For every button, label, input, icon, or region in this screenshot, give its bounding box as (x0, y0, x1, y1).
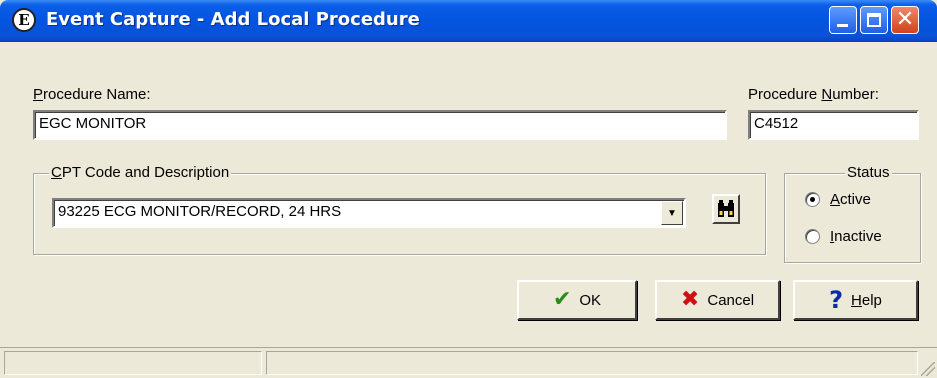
help-button[interactable]: ? Help (793, 280, 918, 320)
status-active-radio[interactable]: Active (805, 191, 871, 208)
maximize-icon (867, 13, 881, 27)
chevron-down-icon: ▼ (667, 207, 677, 219)
minimize-icon (837, 24, 848, 27)
cpt-code-selected-value: 93225 ECG MONITOR/RECORD, 24 HRS (58, 203, 342, 220)
status-inactive-label: Inactive (830, 228, 882, 245)
ok-button[interactable]: ✔ OK (517, 280, 637, 320)
status-inactive-radio[interactable]: Inactive (805, 228, 882, 245)
close-button[interactable]: ✕ (891, 6, 919, 34)
cpt-lookup-button[interactable] (712, 194, 740, 224)
question-icon: ? (829, 286, 844, 314)
status-panel-right (266, 351, 918, 375)
cpt-code-legend: CPT Code and Description (49, 164, 232, 181)
maximize-button[interactable] (860, 6, 888, 34)
binoculars-icon (718, 200, 734, 217)
radio-selected-icon (805, 192, 820, 207)
checkmark-icon: ✔ (552, 287, 572, 312)
title-bar[interactable]: E Event Capture - Add Local Procedure ✕ (0, 0, 937, 42)
cancel-button-label: Cancel (707, 291, 755, 309)
status-panel-left (4, 351, 262, 375)
cpt-dropdown-button[interactable]: ▼ (661, 201, 683, 225)
cpt-code-combobox[interactable]: 93225 ECG MONITOR/RECORD, 24 HRS ▼ (52, 198, 686, 228)
close-icon: ✕ (895, 7, 915, 32)
resize-grip-icon[interactable] (921, 362, 935, 376)
ok-button-label: OK (579, 291, 602, 309)
status-bar (0, 347, 937, 378)
status-active-label: Active (830, 191, 871, 208)
procedure-name-input[interactable]: EGC MONITOR (33, 110, 727, 140)
cancel-button[interactable]: ✖ Cancel (655, 280, 780, 320)
x-icon: ✖ (680, 287, 700, 312)
status-legend: Status (845, 164, 892, 181)
window-title: Event Capture - Add Local Procedure (46, 9, 420, 30)
procedure-number-input[interactable]: C4512 (748, 110, 919, 140)
app-icon-letter: E (18, 11, 30, 29)
status-group (784, 173, 921, 263)
minimize-button[interactable] (829, 6, 857, 34)
radio-unselected-icon (805, 229, 820, 244)
event-capture-app-icon[interactable]: E (12, 8, 36, 32)
help-button-label: Help (851, 291, 882, 309)
procedure-number-label: Procedure Number: (748, 86, 879, 103)
procedure-name-label: Procedure Name: (33, 86, 151, 103)
